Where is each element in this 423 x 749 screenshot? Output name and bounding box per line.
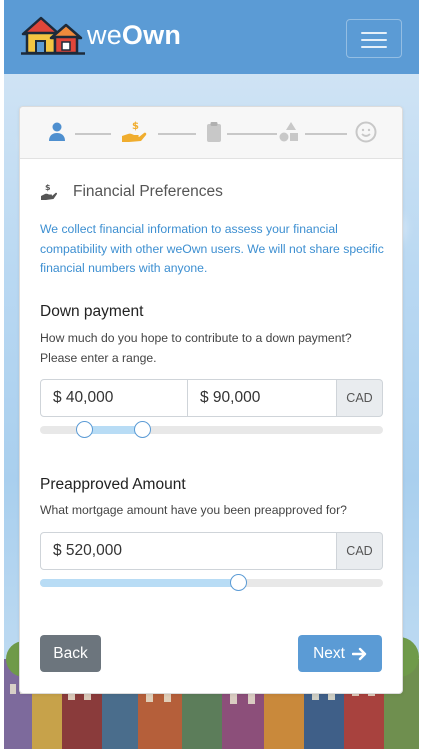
form-card: $ $ Financial Preferences We collect fin…	[19, 106, 403, 694]
preapproved-slider[interactable]	[40, 574, 383, 591]
step-shapes-icon[interactable]	[276, 120, 300, 144]
step-connector	[227, 133, 277, 135]
step-hand-dollar-icon[interactable]: $	[120, 120, 148, 144]
brand-name-light: we	[87, 20, 122, 50]
hamburger-icon	[361, 32, 387, 34]
down-payment-min-input[interactable]: $ 40,000	[40, 379, 188, 417]
next-button-label: Next	[313, 644, 345, 662]
down-payment-max-input[interactable]: $ 90,000	[188, 379, 337, 417]
svg-text:$: $	[45, 183, 51, 192]
brand-name-bold: Own	[121, 20, 182, 50]
down-payment-range: $ 40,000 $ 90,000 CAD	[40, 379, 383, 417]
stepper: $	[20, 107, 402, 159]
currency-addon: CAD	[337, 532, 383, 570]
step-connector	[305, 133, 347, 135]
slider-thumb-min[interactable]	[76, 421, 94, 438]
arrow-right-icon	[351, 647, 367, 660]
next-button[interactable]: Next	[298, 635, 382, 672]
back-button-label: Back	[53, 644, 88, 662]
hand-dollar-icon: $	[41, 183, 58, 200]
intro-text: We collect financial information to asse…	[40, 222, 384, 275]
step-user-icon[interactable]	[45, 120, 69, 144]
back-button[interactable]: Back	[40, 635, 101, 672]
step-clipboard-icon[interactable]	[202, 120, 226, 144]
preapproved-help: What mortgage amount have you been preap…	[40, 503, 347, 517]
down-payment-label: Down payment	[40, 303, 144, 320]
down-payment-help: How much do you hope to contribute to a …	[40, 331, 352, 365]
svg-text:$: $	[132, 121, 139, 132]
down-payment-slider[interactable]	[40, 421, 383, 438]
section-title: Financial Preferences	[73, 183, 223, 200]
step-connector	[158, 133, 196, 135]
preapproved-amount-input[interactable]: $ 520,000	[40, 532, 337, 570]
slider-thumb-max[interactable]	[134, 421, 152, 438]
house-logo-icon[interactable]	[21, 14, 85, 56]
currency-addon: CAD	[337, 379, 383, 417]
step-smiley-icon[interactable]	[354, 120, 378, 144]
navbar: weOwn	[4, 0, 419, 74]
hamburger-icon-bar	[361, 46, 387, 48]
preapproved-label: Preapproved Amount	[40, 476, 186, 493]
slider-fill	[40, 579, 239, 587]
preapproved-input-group: $ 520,000 CAD	[40, 532, 383, 570]
menu-toggle-button[interactable]	[346, 19, 402, 58]
hamburger-icon-bar	[361, 39, 387, 41]
brand-name[interactable]: weOwn	[87, 20, 181, 51]
step-connector	[75, 133, 111, 135]
slider-thumb[interactable]	[230, 574, 248, 591]
